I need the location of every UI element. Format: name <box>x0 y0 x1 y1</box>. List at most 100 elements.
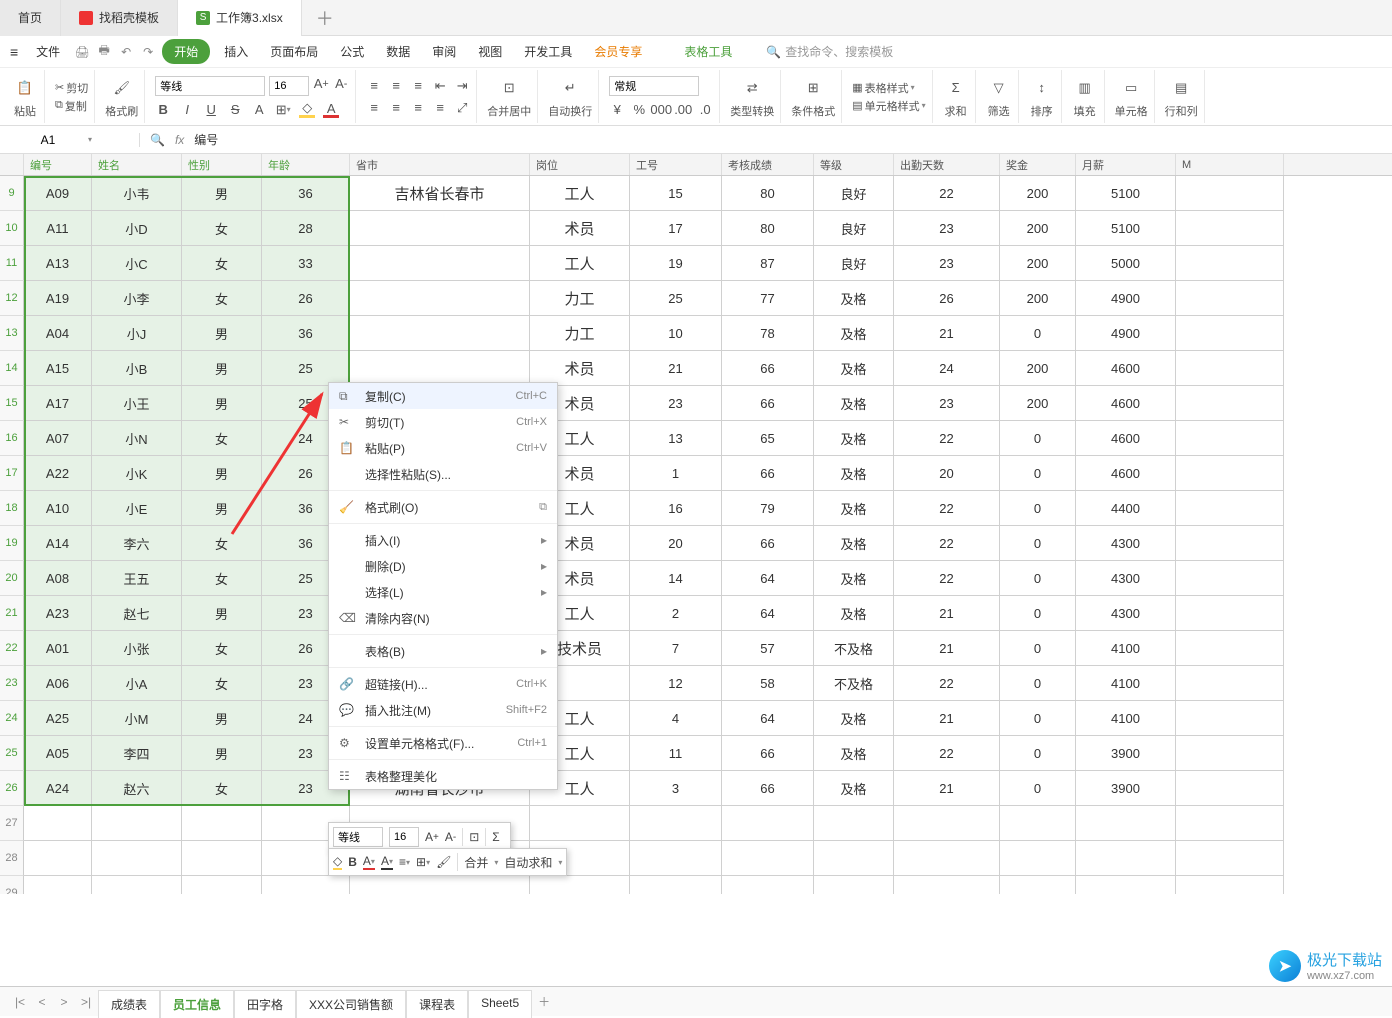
cell[interactable]: 4600 <box>1076 456 1176 491</box>
sheet-tab[interactable]: 课程表 <box>406 990 468 1018</box>
col-header-J[interactable]: 出勤天数 <box>894 154 1000 175</box>
cell[interactable]: 23 <box>894 211 1000 246</box>
cell[interactable]: 男 <box>182 491 262 526</box>
align-left-icon[interactable]: ≡ <box>366 100 382 116</box>
row-header[interactable]: 17 <box>0 456 24 491</box>
cell[interactable]: 力工 <box>530 316 630 351</box>
align-center-icon[interactable]: ≡ <box>388 100 404 116</box>
mini-bold-icon[interactable]: B <box>348 855 357 869</box>
cell[interactable]: 及格 <box>814 456 894 491</box>
cell[interactable]: 4100 <box>1076 666 1176 701</box>
cell[interactable]: 及格 <box>814 281 894 316</box>
cell[interactable]: 200 <box>1000 351 1076 386</box>
cell[interactable]: 小D <box>92 211 182 246</box>
row-header[interactable]: 19 <box>0 526 24 561</box>
cell[interactable]: 小E <box>92 491 182 526</box>
cell[interactable]: 0 <box>1000 316 1076 351</box>
cells-icon[interactable]: ▭ <box>1118 75 1144 101</box>
cell[interactable] <box>814 806 894 841</box>
hamburger-icon[interactable]: ≡ <box>10 44 18 60</box>
cell[interactable]: 及格 <box>814 771 894 806</box>
cell[interactable] <box>1176 456 1284 491</box>
cell[interactable] <box>1076 806 1176 841</box>
cell[interactable]: 64 <box>722 561 814 596</box>
cell[interactable]: 200 <box>1000 211 1076 246</box>
cell[interactable] <box>630 841 722 876</box>
cell[interactable]: 4900 <box>1076 281 1176 316</box>
mini-font[interactable] <box>333 827 383 847</box>
cell[interactable]: 22 <box>894 736 1000 771</box>
cell[interactable]: 4600 <box>1076 386 1176 421</box>
cell[interactable]: 21 <box>894 596 1000 631</box>
rowcol-icon[interactable]: ▤ <box>1168 75 1194 101</box>
cell[interactable]: 女 <box>182 631 262 666</box>
menu-view[interactable]: 视图 <box>470 39 510 64</box>
cell[interactable]: A11 <box>24 211 92 246</box>
ctx-item[interactable]: 💬插入批注(M)Shift+F2 <box>329 697 557 723</box>
cell[interactable] <box>1176 526 1284 561</box>
orientation-icon[interactable]: ⤢ <box>454 100 470 116</box>
increase-font-icon[interactable]: A+ <box>313 76 329 92</box>
cell[interactable] <box>1076 876 1176 894</box>
cell[interactable]: 0 <box>1000 736 1076 771</box>
ctx-item[interactable]: ⚙设置单元格格式(F)...Ctrl+1 <box>329 730 557 756</box>
row-header[interactable]: 22 <box>0 631 24 666</box>
cell[interactable]: 0 <box>1000 421 1076 456</box>
cell[interactable]: 36 <box>262 316 350 351</box>
new-tab-button[interactable]: ＋ <box>302 5 348 31</box>
cell[interactable]: 良好 <box>814 211 894 246</box>
cell[interactable] <box>1176 876 1284 894</box>
align-mid-icon[interactable]: ≡ <box>388 78 404 94</box>
cell[interactable]: 李六 <box>92 526 182 561</box>
cell[interactable] <box>894 876 1000 894</box>
ctx-item[interactable]: 🧹格式刷(O)⧉ <box>329 494 557 520</box>
cell[interactable]: 吉林省长春市 <box>350 176 530 211</box>
cell[interactable]: 力工 <box>530 281 630 316</box>
col-header-A[interactable]: 编号 <box>24 154 92 175</box>
cell[interactable] <box>24 876 92 894</box>
indent-inc-icon[interactable]: ⇥ <box>454 78 470 94</box>
cell[interactable] <box>630 806 722 841</box>
cell[interactable]: 64 <box>722 596 814 631</box>
cell[interactable]: 79 <box>722 491 814 526</box>
cell[interactable]: 21 <box>630 351 722 386</box>
comma-icon[interactable]: 000 <box>653 102 669 118</box>
cell[interactable]: 66 <box>722 351 814 386</box>
cell[interactable]: 200 <box>1000 281 1076 316</box>
cell[interactable]: 男 <box>182 456 262 491</box>
mini-dec-font-icon[interactable]: A- <box>445 830 456 844</box>
cell[interactable]: 0 <box>1000 596 1076 631</box>
menu-member[interactable]: 会员专享 <box>586 39 650 64</box>
cell[interactable]: 65 <box>722 421 814 456</box>
col-header-D[interactable]: 年龄 <box>262 154 350 175</box>
cell[interactable] <box>1000 841 1076 876</box>
cell[interactable] <box>350 876 530 894</box>
cell[interactable]: 10 <box>630 316 722 351</box>
search-box[interactable]: 🔍 查找命令、搜索模板 <box>766 43 893 60</box>
align-top-icon[interactable]: ≡ <box>366 78 382 94</box>
spreadsheet-grid[interactable]: 编号姓名性别年龄省市岗位工号考核成绩等级出勤天数奖金月薪M 9A09小韦男36吉… <box>0 154 1392 894</box>
cell[interactable]: 小M <box>92 701 182 736</box>
cell[interactable]: 66 <box>722 771 814 806</box>
sheet-nav-prev[interactable]: < <box>32 995 52 1009</box>
cell[interactable]: 21 <box>894 316 1000 351</box>
cell[interactable]: 女 <box>182 666 262 701</box>
cell[interactable]: A17 <box>24 386 92 421</box>
cell[interactable]: 0 <box>1000 631 1076 666</box>
row-header[interactable]: 23 <box>0 666 24 701</box>
cell[interactable]: 小张 <box>92 631 182 666</box>
cell[interactable] <box>1176 596 1284 631</box>
cell[interactable]: 女 <box>182 771 262 806</box>
cell[interactable]: 及格 <box>814 351 894 386</box>
cell[interactable]: 4600 <box>1076 351 1176 386</box>
mini-font-color-icon[interactable]: A▾ <box>363 854 375 870</box>
align-right-icon[interactable]: ≡ <box>410 100 426 116</box>
cell[interactable]: 3900 <box>1076 736 1176 771</box>
ctx-item[interactable]: ☷表格整理美化 <box>329 763 557 789</box>
col-header-G[interactable]: 工号 <box>630 154 722 175</box>
cell-style-button[interactable]: ▤ 单元格样式▾ <box>852 98 925 114</box>
cell[interactable]: A22 <box>24 456 92 491</box>
cell[interactable] <box>1176 701 1284 736</box>
cell[interactable]: 男 <box>182 596 262 631</box>
cell[interactable] <box>1176 666 1284 701</box>
